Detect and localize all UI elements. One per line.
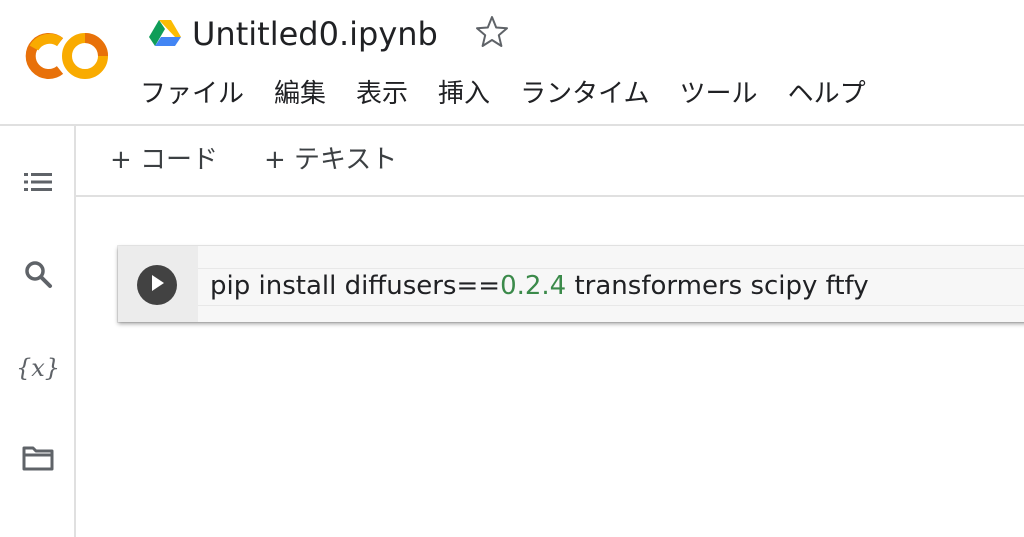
sidebar-item-variables[interactable]: {x} — [15, 348, 61, 388]
play-icon — [149, 274, 165, 296]
menu-view[interactable]: 表示 — [356, 74, 408, 114]
add-text-button[interactable]: + テキスト — [264, 140, 397, 180]
code-token: transformers scipy ftfy — [566, 271, 869, 301]
search-icon — [23, 259, 53, 293]
sidebar-item-search[interactable] — [18, 256, 58, 296]
menu-file[interactable]: ファイル — [140, 74, 244, 114]
sidebar-item-table-of-contents[interactable] — [18, 164, 58, 204]
colab-logo[interactable] — [24, 28, 110, 84]
menu-edit[interactable]: 編集 — [274, 74, 326, 114]
notebook-title[interactable]: Untitled0.ipynb — [192, 12, 438, 56]
run-cell-button[interactable] — [137, 265, 177, 305]
menu-help[interactable]: ヘルプ — [788, 74, 866, 114]
menu-tools[interactable]: ツール — [680, 74, 758, 114]
code-token: pip install diffusers== — [210, 271, 501, 301]
star-icon[interactable] — [474, 14, 510, 50]
code-line[interactable]: pip install diffusers==0.2.4 transformer… — [210, 266, 869, 306]
google-drive-icon[interactable] — [148, 18, 182, 48]
list-icon — [22, 169, 54, 199]
add-code-button[interactable]: + コード — [110, 140, 218, 180]
folder-icon — [21, 444, 55, 476]
code-number-token: 0.2.4 — [500, 271, 567, 301]
menu-bar: ファイル 編集 表示 挿入 ランタイム ツール ヘルプ — [140, 74, 896, 114]
sidebar-item-files[interactable] — [18, 440, 58, 480]
menu-runtime[interactable]: ランタイム — [520, 74, 649, 114]
toolbar-divider — [76, 195, 1024, 197]
notebook-toolbar — [76, 126, 1024, 196]
menu-insert[interactable]: 挿入 — [438, 74, 490, 114]
variables-icon: {x} — [15, 354, 61, 382]
